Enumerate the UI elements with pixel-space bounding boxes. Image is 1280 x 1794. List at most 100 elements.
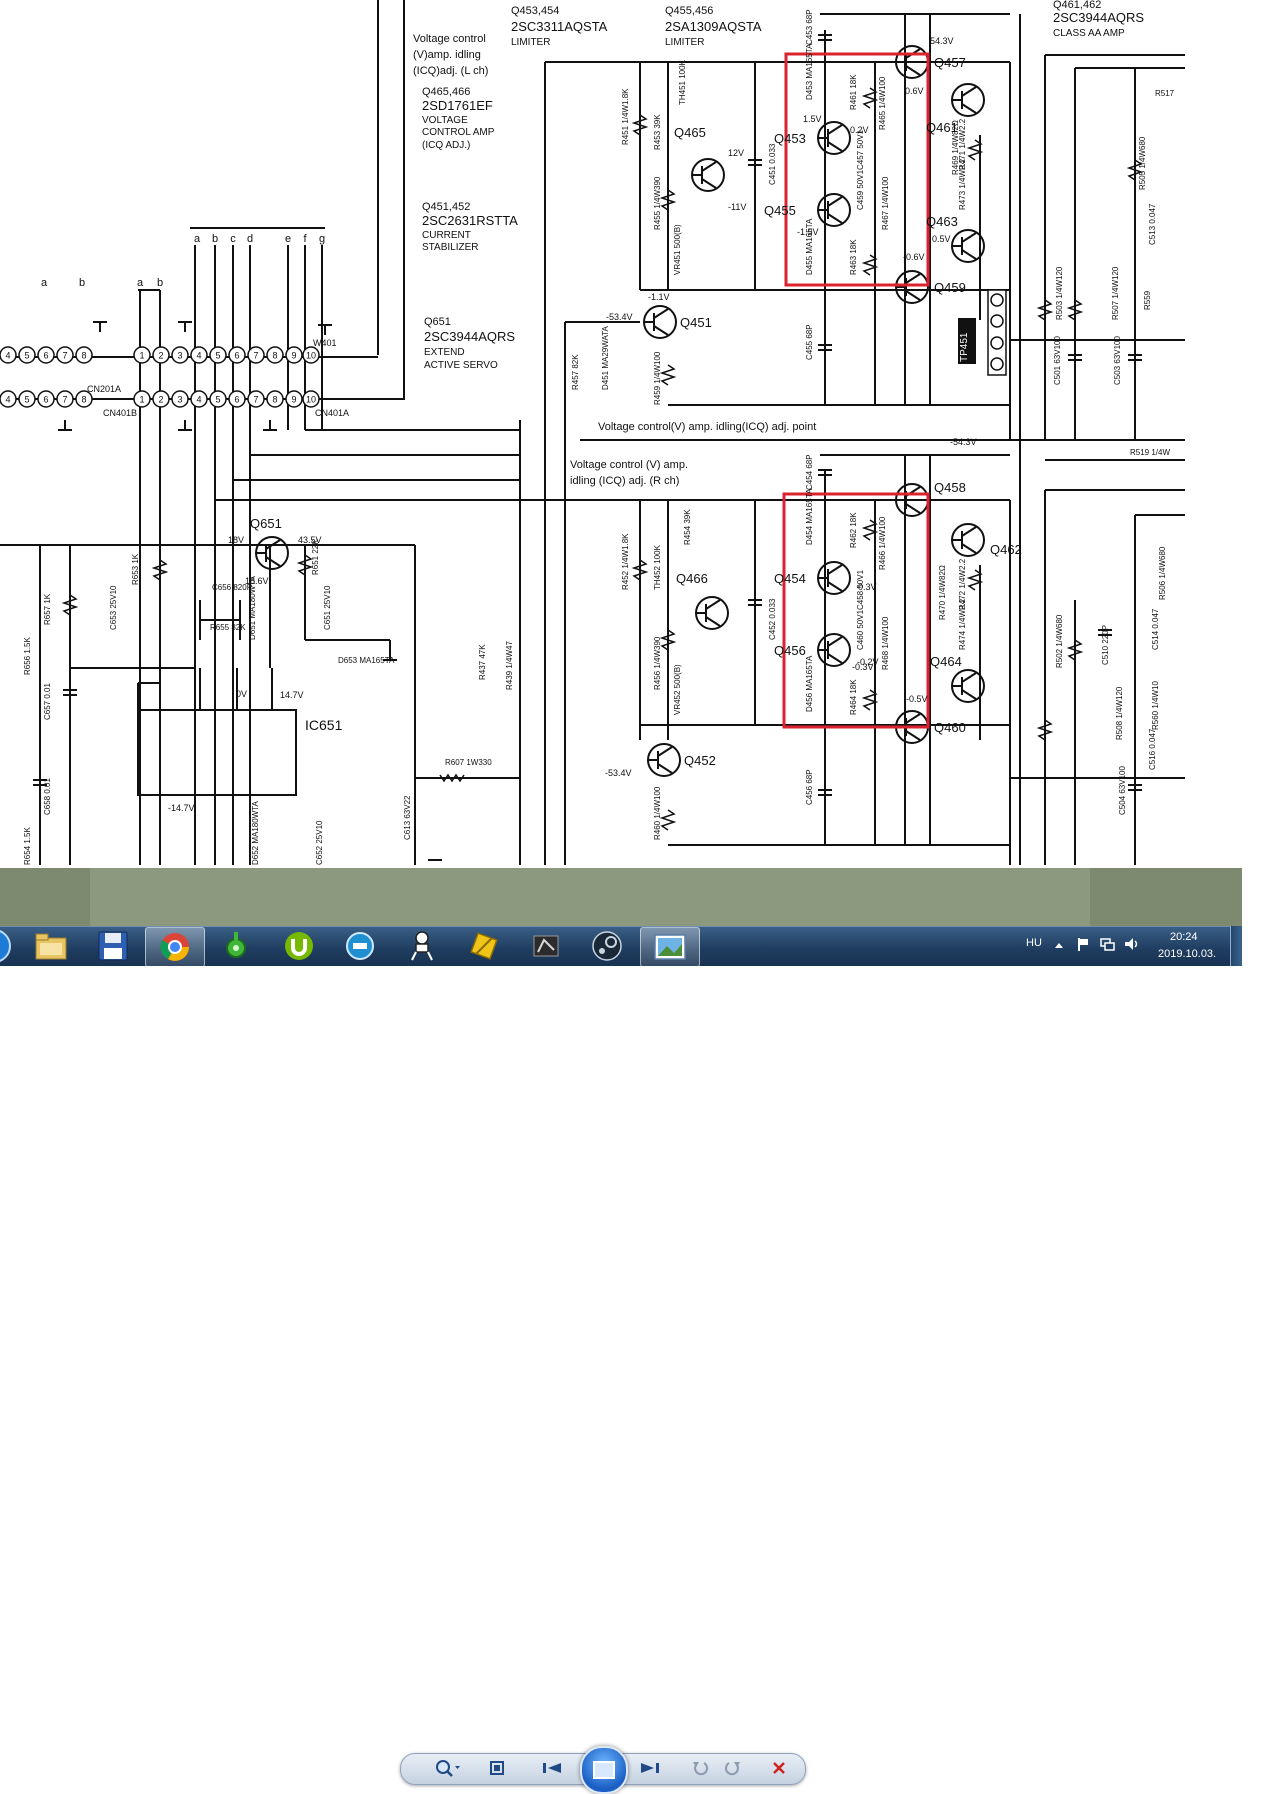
- component-label: R460 1/4W100: [653, 786, 662, 840]
- component-label: R437 47K: [478, 644, 487, 680]
- bus-letter: d: [247, 233, 253, 245]
- component-label: C658 0.01: [43, 778, 52, 815]
- transistor-label: Q452: [684, 753, 716, 768]
- voltage-readout: 0.5V: [932, 234, 951, 244]
- photo-viewer-toolbar: [0, 868, 1242, 1794]
- taskbar-shortcut-app[interactable]: [393, 927, 451, 965]
- component-label: D453 MA165TA: [805, 43, 814, 100]
- connector-pin-number: 8: [81, 351, 86, 361]
- voltage-readout: -54.3V: [950, 437, 977, 447]
- component-label: R505 1/4W680: [1138, 136, 1147, 190]
- r-ch-note-2: idling (ICQ) adj. (R ch): [570, 475, 679, 487]
- show-hidden-icons-icon[interactable]: [1054, 940, 1064, 950]
- clock-date[interactable]: 2019.10.03.: [1158, 948, 1216, 960]
- connector-pin-number: 1: [139, 395, 144, 405]
- voltage-readout: -0.3V: [852, 662, 874, 672]
- component-label: TH451 100K: [678, 59, 687, 105]
- taskbar-utorrent[interactable]: [270, 927, 328, 965]
- slideshow-button[interactable]: [580, 1746, 628, 1794]
- chrome-icon: [160, 933, 189, 961]
- connector-pin-number: 4: [196, 395, 201, 405]
- connector-pin-number: 4: [196, 351, 201, 361]
- component-label: R439 1/4W47: [505, 641, 514, 690]
- transistor-q454: [817, 561, 851, 595]
- connector-pin-number: 5: [215, 351, 220, 361]
- connector-pin-number: 1: [139, 351, 144, 361]
- taskbar-chrome[interactable]: [145, 927, 205, 967]
- component-label: R453 39K: [653, 114, 662, 150]
- component-label: R508 1/4W120: [1115, 686, 1124, 740]
- component-label: C459 50V1: [856, 169, 865, 210]
- component-label: C514 0.047: [1151, 608, 1160, 650]
- component-label: R464 18K: [849, 679, 858, 715]
- component-label: R459 1/4W100: [653, 351, 662, 405]
- zoom-button[interactable]: [428, 1756, 466, 1780]
- voltage-readout: 12V: [728, 148, 744, 158]
- fit-to-window-button[interactable]: [482, 1756, 512, 1780]
- connector-pin-number: 6: [43, 395, 48, 405]
- screen-margin-bottom: [0, 966, 1242, 1024]
- connector-w401: W401: [313, 338, 337, 348]
- component-label: C503 63V100: [1113, 336, 1122, 385]
- delete-button[interactable]: [764, 1756, 794, 1780]
- component-label: R657 1K: [43, 593, 52, 625]
- component-label: C458 50V1: [856, 569, 865, 610]
- voltage-readout: -53.4V: [605, 768, 632, 778]
- transistor-label: Q451: [680, 315, 712, 330]
- taskbar-explorer[interactable]: [22, 927, 80, 965]
- voltage-readout: -1.1V: [648, 292, 670, 302]
- next-button[interactable]: [635, 1756, 665, 1780]
- connector-pin-number: 7: [62, 395, 67, 405]
- component-label: C656 820P: [212, 583, 252, 592]
- component-label: C453 68P: [805, 9, 814, 45]
- volume-icon[interactable]: [1124, 937, 1140, 951]
- previous-button[interactable]: [537, 1756, 567, 1780]
- voltage-readout: 54.3V: [930, 36, 954, 46]
- component-label: R466 1/4W100: [878, 516, 887, 570]
- component-label: C456 68P: [805, 769, 814, 805]
- q651-ref: Q651: [424, 316, 451, 328]
- component-label: D652 MA180WTA: [251, 800, 260, 865]
- taskbar-bluestacks[interactable]: [331, 927, 389, 965]
- network-icon[interactable]: [1100, 937, 1116, 951]
- component-label: R470 1/4W82Ω: [938, 565, 947, 620]
- component-label: R474 1/4W2.2: [958, 598, 967, 650]
- clock-time[interactable]: 20:24: [1170, 931, 1198, 943]
- transistor-label: Q457: [934, 55, 966, 70]
- taskbar-disk-utility[interactable]: [84, 927, 142, 965]
- component-label: D651 MA180WTA: [248, 575, 257, 640]
- windows-orb-icon: [0, 930, 11, 962]
- rotate-counterclockwise-button[interactable]: [685, 1756, 715, 1780]
- rotate-clockwise-button[interactable]: [718, 1756, 748, 1780]
- transistor-q651: [255, 536, 289, 570]
- component-label: R457 82K: [571, 354, 580, 390]
- bus-letter: g: [319, 233, 325, 245]
- component-label: R455 1/4W390: [653, 176, 662, 230]
- bus-letter: a: [194, 233, 201, 245]
- note-vamp-line3: (ICQ)adj. (L ch): [413, 65, 488, 77]
- language-indicator[interactable]: HU: [1026, 937, 1042, 949]
- connector-pin-number: 2: [158, 395, 163, 405]
- component-label: R651 22K: [311, 539, 320, 575]
- taskbar-corsair-utility[interactable]: [517, 927, 575, 965]
- q455-part: 2SA1309AQSTA: [665, 19, 762, 34]
- transistor-label: Q464: [930, 654, 962, 669]
- connector-pin-number: 5: [24, 351, 29, 361]
- start-button[interactable]: [0, 927, 14, 965]
- component-label: R461 18K: [849, 74, 858, 110]
- taskbar-photo-viewer[interactable]: [640, 927, 700, 967]
- component-label: C657 0.01: [43, 683, 52, 720]
- taskbar-archiver[interactable]: [455, 927, 513, 965]
- test-point-label: TP451: [959, 332, 970, 362]
- voltage-readout: 18V: [228, 535, 244, 545]
- taskbar-steam[interactable]: [578, 927, 636, 965]
- connector-pin-number: 10: [306, 351, 316, 361]
- taskbar-network-monitor[interactable]: [207, 927, 265, 965]
- action-center-flag-icon[interactable]: [1076, 937, 1090, 951]
- schematic-image: 4 5 6 7 8 1 2 3 4 5 6 7 8 9 10 4 5 6 7 8 1 2 3 4 5 6 7 8 9 10: [0, 0, 1185, 865]
- voltage-readout: -53.4V: [606, 312, 633, 322]
- transistor-q451: [643, 305, 677, 339]
- component-label: C513 0.047: [1148, 203, 1157, 245]
- transistor-q453: [817, 121, 851, 155]
- connector-pin-number: 8: [81, 395, 86, 405]
